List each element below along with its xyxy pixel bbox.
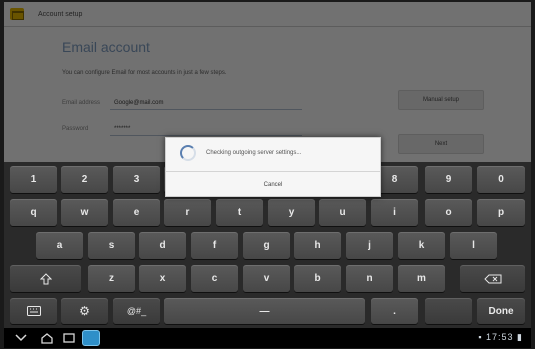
key-t[interactable]: t: [216, 199, 263, 226]
key-g[interactable]: g: [243, 232, 290, 259]
key-3[interactable]: 3: [113, 166, 160, 193]
home-icon[interactable]: [38, 331, 56, 345]
key-u[interactable]: u: [319, 199, 366, 226]
key-v[interactable]: v: [243, 265, 290, 292]
key-a[interactable]: a: [36, 232, 83, 259]
key-e[interactable]: e: [113, 199, 160, 226]
key-b[interactable]: b: [294, 265, 341, 292]
key-x[interactable]: x: [139, 265, 186, 292]
status-tray: ▪ 17:53 ▮: [478, 332, 523, 342]
key-h[interactable]: h: [294, 232, 341, 259]
key-n[interactable]: n: [346, 265, 393, 292]
dialog-message: Checking outgoing server settings...: [206, 150, 302, 156]
cancel-button[interactable]: Cancel: [166, 172, 380, 197]
key-0[interactable]: 0: [477, 166, 525, 193]
key-2[interactable]: 2: [61, 166, 108, 193]
back-chevron-icon[interactable]: [12, 331, 30, 345]
system-bar: ▪ 17:53 ▮: [4, 328, 531, 348]
key-j[interactable]: j: [346, 232, 393, 259]
space-key[interactable]: —: [164, 298, 365, 324]
recent-apps-icon[interactable]: [60, 331, 78, 345]
shift-arrow-icon: [39, 272, 52, 284]
key-z[interactable]: z: [88, 265, 135, 292]
key-s[interactable]: s: [88, 232, 135, 259]
email-app-icon[interactable]: [82, 330, 100, 346]
keyboard-switch-key[interactable]: [10, 298, 57, 324]
blank-key[interactable]: [425, 298, 472, 324]
key-d[interactable]: d: [139, 232, 186, 259]
key-l[interactable]: l: [450, 232, 497, 259]
key-r[interactable]: r: [164, 199, 211, 226]
backspace-icon: [483, 274, 501, 283]
dialog-message-row: Checking outgoing server settings...: [180, 145, 301, 161]
progress-dialog: Checking outgoing server settings... Can…: [165, 137, 381, 197]
keyboard-icon: [26, 306, 41, 316]
symbols-key[interactable]: @#_: [113, 298, 160, 324]
done-key[interactable]: Done: [477, 298, 525, 324]
gear-icon: ⚙: [79, 304, 90, 318]
key-m[interactable]: m: [398, 265, 445, 292]
key-c[interactable]: c: [191, 265, 238, 292]
settings-key[interactable]: ⚙: [61, 298, 108, 324]
key-1[interactable]: 1: [10, 166, 57, 193]
key-period[interactable]: .: [371, 298, 418, 324]
key-w[interactable]: w: [61, 199, 108, 226]
key-y[interactable]: y: [268, 199, 315, 226]
key-p[interactable]: p: [477, 199, 525, 226]
key-k[interactable]: k: [398, 232, 445, 259]
shift-key[interactable]: [10, 265, 81, 292]
key-f[interactable]: f: [191, 232, 238, 259]
key-i[interactable]: i: [371, 199, 418, 226]
key-q[interactable]: q: [10, 199, 57, 226]
backspace-key[interactable]: [460, 265, 525, 292]
key-9[interactable]: 9: [425, 166, 472, 193]
key-o[interactable]: o: [425, 199, 472, 226]
loading-spinner-icon: [180, 145, 196, 161]
